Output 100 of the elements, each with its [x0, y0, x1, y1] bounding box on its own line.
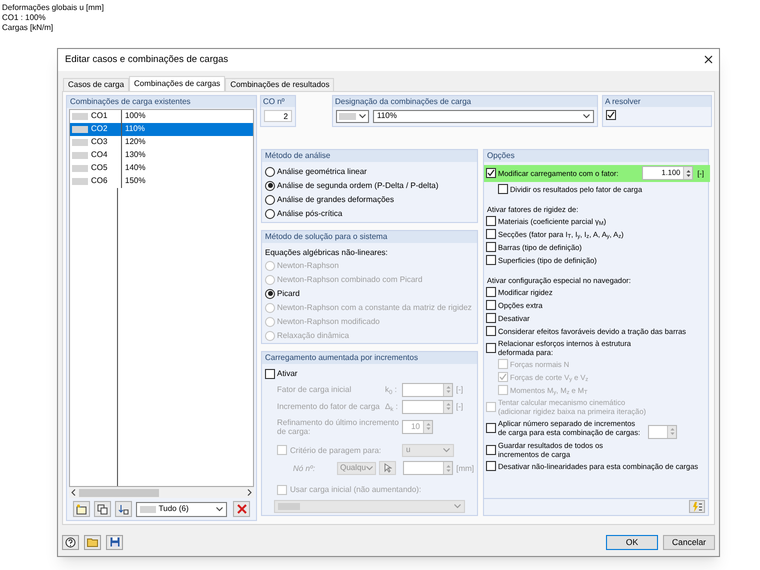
checkbox[interactable] [486, 326, 496, 336]
section-header: Opções [484, 150, 708, 162]
option-label: Newton-Raphson combinado com Picard [277, 275, 422, 284]
row-id: CO1 [91, 110, 108, 122]
list-row[interactable]: CO6 150% [70, 174, 253, 188]
color-swatch [72, 152, 88, 159]
checkbox[interactable] [486, 168, 496, 178]
radio-button[interactable] [265, 166, 275, 177]
option-label: Ativar [277, 369, 298, 378]
color-swatch [72, 112, 88, 120]
checkbox[interactable] [486, 444, 496, 455]
checkbox[interactable] [606, 110, 616, 120]
checkbox[interactable] [486, 313, 496, 324]
section-header: Carregamento aumentada por incrementos [262, 352, 477, 364]
checkbox[interactable] [486, 423, 496, 434]
name-dropdown[interactable]: 110% [373, 110, 594, 123]
checkbox[interactable] [486, 216, 496, 226]
horizontal-scrollbar[interactable] [69, 487, 254, 498]
list-row[interactable]: CO2 110% [70, 122, 253, 136]
pick-button[interactable] [379, 461, 396, 476]
color-swatch [72, 178, 88, 185]
color-swatch [72, 164, 88, 172]
checkbox[interactable] [486, 461, 496, 472]
option-label: Nó nº: [293, 464, 316, 473]
checkbox[interactable] [486, 342, 496, 353]
new-item-button[interactable] [73, 501, 90, 518]
cursor-icon [383, 463, 392, 474]
copy-button[interactable] [94, 501, 111, 518]
caret-icon [359, 114, 366, 119]
list-row[interactable]: CO5 140% [70, 162, 253, 175]
option-label: k$_{0}$ : [385, 385, 398, 394]
dialog-button[interactable]: OK [606, 534, 658, 550]
caret-icon [443, 448, 450, 453]
row-description: 100% [124, 110, 146, 122]
option-label: Picard [277, 289, 300, 298]
row-description: 150% [124, 175, 146, 188]
row-id: CO5 [91, 162, 108, 174]
option-label: Newton-Raphson com a constante da matriz de rigidez [277, 303, 472, 312]
option-label: Incremento do fator de carga [277, 402, 381, 412]
option-label: Refinamento do último incremento de carga: [277, 418, 400, 436]
option-label: [mm] [456, 464, 474, 473]
color-swatch [72, 126, 88, 133]
row-description: 140% [124, 162, 146, 174]
option-label: Fator de carga inicial [277, 385, 352, 394]
checkbox[interactable] [486, 300, 496, 310]
section-header: Combinações de carga existentes [67, 96, 256, 108]
caret-icon [366, 466, 374, 471]
checkbox[interactable] [486, 287, 496, 298]
color-dropdown[interactable] [336, 110, 369, 123]
option-label: Análise geométrica linear [277, 167, 367, 176]
caret-icon [454, 504, 461, 509]
dialog-button[interactable]: Cancelar [663, 534, 715, 550]
radio-button[interactable] [265, 180, 275, 191]
row-id: CO4 [91, 149, 108, 162]
list-row[interactable]: CO3 120% [70, 136, 253, 149]
renumber-button[interactable] [114, 501, 132, 518]
checkbox[interactable] [486, 255, 496, 266]
section-header: Método de análise [262, 150, 477, 162]
option-label: Critério de paragem para: [290, 446, 382, 455]
option-label: Análise de grandes deformações [277, 195, 394, 204]
radio-button[interactable] [265, 208, 275, 219]
row-id: CO6 [91, 175, 108, 188]
folder-button[interactable] [84, 534, 101, 550]
checkbox[interactable] [265, 368, 275, 379]
chart-label: CO1 : 100% [2, 13, 47, 23]
section-header: Método de solução para o sistema [262, 230, 477, 243]
section-header: Designação da combinações de carga [333, 96, 597, 107]
tab[interactable]: Combinações de cargas [129, 76, 226, 91]
tab[interactable]: Casos de carga [63, 78, 130, 91]
close-icon[interactable] [704, 55, 713, 64]
color-swatch [72, 138, 88, 146]
tab[interactable]: Combinações de resultados [225, 78, 334, 91]
settings-button[interactable] [689, 500, 705, 514]
filter-dropdown[interactable]: Tudo (6) [136, 502, 228, 517]
section-header: CO nº [261, 96, 295, 107]
checkbox[interactable] [486, 229, 496, 240]
radio-button[interactable] [265, 194, 275, 205]
save-button[interactable] [106, 534, 123, 550]
option-label: Análise de segunda ordem (P-Delta / P-delta) [277, 181, 438, 190]
option-label: Newton-Raphson modificado [277, 317, 380, 326]
option-label: Newton-Raphson [277, 261, 339, 270]
list-row[interactable]: CO4 130% [70, 148, 253, 162]
option-label: Δ$_{k}$ : [385, 402, 399, 412]
row-id: CO3 [91, 136, 108, 148]
option-label: [-] [456, 385, 464, 394]
option-label: Relaxação dinâmica [277, 331, 350, 340]
caret-icon [216, 506, 224, 512]
help-button[interactable] [62, 534, 79, 550]
section-header: A resolver [603, 96, 711, 107]
delete-button[interactable] [233, 501, 250, 518]
checkbox[interactable] [498, 184, 508, 194]
number-field[interactable]: 2 [264, 110, 292, 122]
caret-icon [583, 114, 590, 119]
checkbox[interactable] [486, 242, 496, 252]
radio-button[interactable] [265, 288, 275, 299]
row-id: CO2 [91, 123, 108, 136]
chart-label: Cargas [kN/m] [2, 23, 54, 33]
row-description: 110% [124, 123, 145, 136]
dropdown-value: Tudo (6) [158, 503, 190, 516]
option-label: Análise pós-crítica [277, 209, 342, 218]
